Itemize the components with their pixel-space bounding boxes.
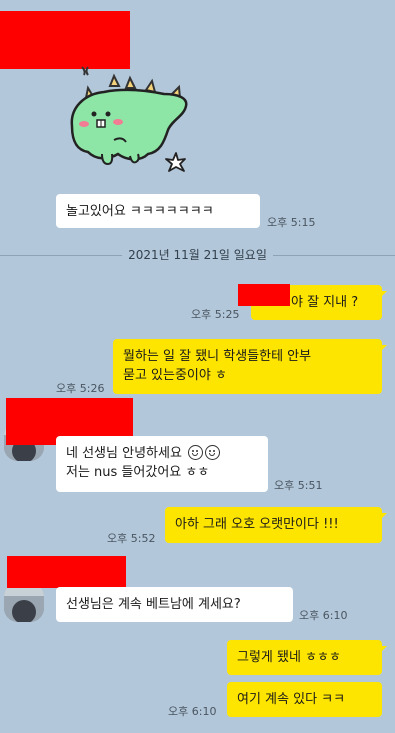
message-timestamp: 오후 5:25 xyxy=(191,308,240,321)
message-bubble-outgoing[interactable]: 여기 계속 있다 ㅋㅋ xyxy=(227,682,382,717)
message-timestamp: 오후 5:15 xyxy=(267,216,316,229)
smile-emoji-icon xyxy=(205,445,221,460)
message-bubble-outgoing[interactable]: 아하 그래 오호 오랫만이다 !!! xyxy=(165,507,387,543)
message-text-line: 저는 nus 들어갔어요 ㅎㅎ xyxy=(66,465,210,480)
message-text-line: 네 선생님 안녕하세요 xyxy=(66,446,182,461)
message-bubble-incoming[interactable]: 선생님은 계속 베트남에 계세요? xyxy=(56,587,293,622)
message-timestamp: 오후 6:10 xyxy=(168,705,217,718)
message-bubble-outgoing[interactable]: 뭘하는 일 잘 됐니 학생들한테 안부 묻고 있는중이야 ㅎ xyxy=(113,339,387,394)
message-text: 선생님은 계속 베트남에 계세요? xyxy=(66,597,241,612)
message-text-line: 묻고 있는중이야 ㅎ xyxy=(123,368,227,383)
message-bubble-outgoing[interactable]: 그렇게 됐네 ㅎㅎㅎ xyxy=(227,640,387,675)
message-text: 야 잘 지내 ? xyxy=(291,295,359,310)
message-timestamp: 오후 6:10 xyxy=(299,609,348,622)
message-text: 그렇게 됐네 ㅎㅎㅎ xyxy=(237,650,341,665)
smile-emoji-icon xyxy=(188,445,204,460)
date-divider-label: 2021년 11월 21일 일요일 xyxy=(122,248,273,262)
redacted-name xyxy=(238,284,290,306)
message-bubble-incoming[interactable]: 네 선생님 안녕하세요 저는 nus 들어갔어요 ㅎㅎ xyxy=(56,436,268,492)
message-text: 놀고있어요 ㅋㅋㅋㅋㅋㅋㅋ xyxy=(66,204,214,219)
message-timestamp: 오후 5:51 xyxy=(274,479,323,492)
redacted-sender-name xyxy=(7,556,126,588)
message-timestamp: 오후 5:52 xyxy=(107,532,156,545)
date-divider: 2021년 11월 21일 일요일 xyxy=(0,246,395,264)
sparkle-icon xyxy=(163,151,189,175)
redacted-sender-name xyxy=(0,11,130,69)
message-text: 여기 계속 있다 ㅋㅋ xyxy=(237,692,346,707)
message-timestamp: 오후 5:26 xyxy=(56,382,105,395)
message-bubble-incoming[interactable]: 놀고있어요 ㅋㅋㅋㅋㅋㅋㅋ xyxy=(56,194,260,228)
message-text: 아하 그래 오호 오랫만이다 !!! xyxy=(175,517,339,532)
avatar[interactable] xyxy=(4,582,44,622)
message-text-line: 뭘하는 일 잘 됐니 학생들한테 안부 xyxy=(123,349,312,364)
